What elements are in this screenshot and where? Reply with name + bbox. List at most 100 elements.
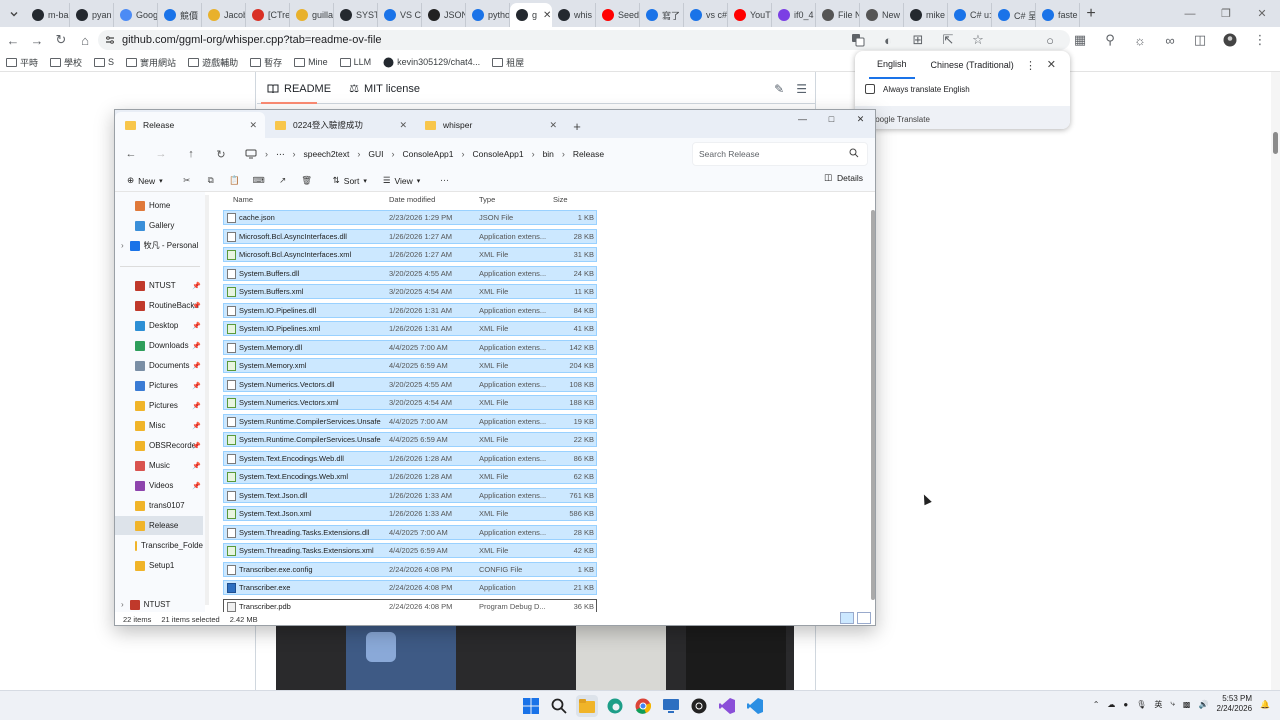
edge-icon[interactable] (604, 695, 626, 717)
browser-tab[interactable]: vs c# (684, 3, 728, 27)
sidebar-item[interactable]: Home (115, 196, 203, 215)
extension-3-icon[interactable]: ∞ (1158, 29, 1182, 51)
rename-icon[interactable]: ⌨ (247, 171, 271, 191)
file-row[interactable]: System.Runtime.CompilerServices.Unsafe..… (223, 413, 597, 429)
tab-license[interactable]: ⚖ MIT license (349, 82, 420, 96)
browser-tab[interactable]: pyan (70, 3, 114, 27)
close-window-button[interactable]: ✕ (846, 110, 875, 128)
onedrive-icon[interactable]: ☁ (1107, 700, 1115, 709)
bookmark-star-icon[interactable]: ☆ (966, 29, 990, 51)
bookmark-folder[interactable]: 暫存 (244, 56, 288, 69)
breadcrumb-item[interactable]: ConsoleApp1 (473, 149, 524, 159)
share-icon[interactable]: ⇱ (936, 29, 960, 51)
chat-icon[interactable]: ○ (1038, 29, 1062, 51)
file-row[interactable]: System.Buffers.dll 3/20/2025 4:55 AM Appli… (223, 265, 597, 281)
profile-avatar-icon[interactable] (1218, 29, 1242, 51)
performance-icon[interactable]: ◐ (876, 29, 900, 51)
translate-options-icon[interactable]: ⋮ (1025, 59, 1036, 72)
file-row[interactable]: System.Text.Json.xml 1/26/2026 1:33 AM XML… (223, 506, 597, 521)
ime-indicator[interactable]: 英 (1154, 699, 1162, 710)
home-icon[interactable]: ⌂ (74, 29, 96, 51)
sidebar-item[interactable]: trans0107 (115, 496, 203, 515)
close-icon[interactable]: ✕ (1047, 58, 1056, 71)
browser-tab[interactable]: [CTre (246, 3, 290, 27)
new-tab-button[interactable]: + (1080, 5, 1102, 23)
always-translate-checkbox[interactable] (865, 84, 875, 94)
openai-icon[interactable] (688, 695, 710, 717)
sidebar-item[interactable]: NTUST 📌 (115, 276, 203, 295)
bookmark-link[interactable]: kevin305129/chat4... (377, 57, 486, 68)
file-row[interactable]: System.Numerics.Vectors.xml 3/20/2025 4:5… (223, 395, 597, 410)
details-button[interactable]: ◫ Details (824, 172, 863, 183)
volume-icon[interactable]: 🔊 (1198, 700, 1208, 709)
outline-list-icon[interactable]: ☰ (796, 82, 807, 96)
browser-tab[interactable]: C# u: (948, 3, 992, 27)
sort-button[interactable]: ⇅ Sort ▾ (327, 171, 373, 191)
browser-tab[interactable]: YouT (728, 3, 772, 27)
install-app-icon[interactable]: ⊞ (906, 29, 930, 51)
tab-source-language[interactable]: English (869, 51, 915, 79)
extension-2-icon[interactable]: ☼ (1128, 29, 1152, 51)
translate-icon[interactable] (846, 29, 870, 51)
bookmark-folder[interactable]: 實用網站 (120, 56, 182, 69)
file-row[interactable]: Microsoft.Bcl.AsyncInterfaces.dll 1/26/20… (223, 228, 597, 244)
menu-kebab-icon[interactable]: ⋮ (1248, 29, 1272, 51)
breadcrumb-item[interactable]: Release (573, 149, 604, 159)
sidebar-item[interactable]: OBSRecorde 📌 (115, 436, 203, 455)
column-header-date[interactable]: Date modified (389, 195, 435, 204)
back-icon[interactable]: ← (117, 142, 145, 166)
chevron-up-icon[interactable]: ⌃ (1093, 700, 1100, 709)
column-header-size[interactable]: Size (553, 195, 568, 204)
scroll-thumb[interactable] (1273, 132, 1278, 154)
browser-tab[interactable]: C# 呈 (992, 3, 1036, 27)
extensions-icon[interactable]: ▦ (1068, 29, 1092, 51)
explorer-tab[interactable]: 0224登入驗證成功 ✕ (265, 112, 415, 138)
explorer-tab[interactable]: Release ✕ (115, 112, 265, 138)
monitor-app-icon[interactable] (660, 695, 682, 717)
new-button[interactable]: ⊕ New ▾ (121, 171, 169, 191)
sidebar-item[interactable]: › 牧凡 - Personal (115, 236, 203, 255)
file-row[interactable]: System.Numerics.Vectors.dll 3/20/2025 4:5… (223, 376, 597, 392)
sidebar-item[interactable]: Videos 📌 (115, 476, 203, 495)
browser-tab[interactable]: whis (552, 3, 596, 27)
bookmark-folder[interactable]: Mine (288, 57, 334, 67)
file-explorer-icon[interactable] (576, 695, 598, 717)
site-info-icon[interactable] (104, 34, 116, 46)
always-translate-option[interactable]: Always translate English (865, 84, 970, 94)
breadcrumb-item[interactable]: ConsoleApp1 (402, 149, 453, 159)
file-row[interactable]: System.Threading.Tasks.Extensions.xml 4/4… (223, 543, 597, 558)
browser-tab[interactable]: File N (816, 3, 860, 27)
minimize-button[interactable]: — (788, 110, 817, 128)
sidebar-item[interactable]: Setup1 (115, 556, 203, 575)
sidebar-item[interactable]: RoutineBacku 📌 (115, 296, 203, 315)
file-row[interactable]: System.Text.Encodings.Web.xml 1/26/2026 1… (223, 469, 597, 484)
sidebar-item[interactable]: Misc 📌 (115, 416, 203, 435)
browser-tab[interactable]: guilla (290, 3, 334, 27)
file-row[interactable]: System.IO.Pipelines.dll 1/26/2026 1:31 AM… (223, 302, 597, 318)
sidebar-item[interactable]: Documents 📌 (115, 356, 203, 375)
tab-search-chevron-icon[interactable] (2, 2, 26, 26)
close-tab-icon[interactable]: ✕ (543, 10, 551, 21)
browser-tab[interactable]: pytho (466, 3, 510, 27)
side-panel-icon[interactable]: ◫ (1188, 29, 1212, 51)
pen-icon[interactable]: ⤷ (1170, 699, 1174, 709)
file-row[interactable]: Transcriber.exe 2/24/2026 4:08 PM Applicat… (223, 580, 597, 595)
file-row[interactable]: System.Runtime.CompilerServices.Unsafe..… (223, 432, 597, 447)
search-input[interactable]: Search Release (692, 142, 868, 166)
bookmark-folder[interactable]: 遊戲輔助 (182, 56, 244, 69)
bookmark-folder[interactable]: 學校 (44, 56, 88, 69)
restore-button[interactable]: ❐ (1208, 0, 1244, 27)
file-row[interactable]: Transcriber.exe.config 2/24/2026 4:08 PM C… (223, 561, 597, 577)
close-tab-icon[interactable]: ✕ (549, 120, 557, 131)
vscode-icon[interactable] (744, 695, 766, 717)
notification-bell-icon[interactable]: 🔔 (1260, 700, 1270, 709)
view-button[interactable]: ☰ View ▾ (377, 171, 426, 191)
forward-icon[interactable]: → (147, 142, 175, 166)
browser-tab[interactable]: 寫了 (640, 3, 684, 27)
browser-tab[interactable]: New (860, 3, 904, 27)
new-explorer-tab-button[interactable]: + (565, 119, 589, 134)
refresh-icon[interactable]: ↻ (207, 142, 235, 166)
file-row[interactable]: System.Buffers.xml 3/20/2025 4:54 AM XML F… (223, 284, 597, 299)
minimize-button[interactable]: — (1172, 0, 1208, 27)
microphone-icon[interactable]: 🎙 (1136, 700, 1146, 709)
